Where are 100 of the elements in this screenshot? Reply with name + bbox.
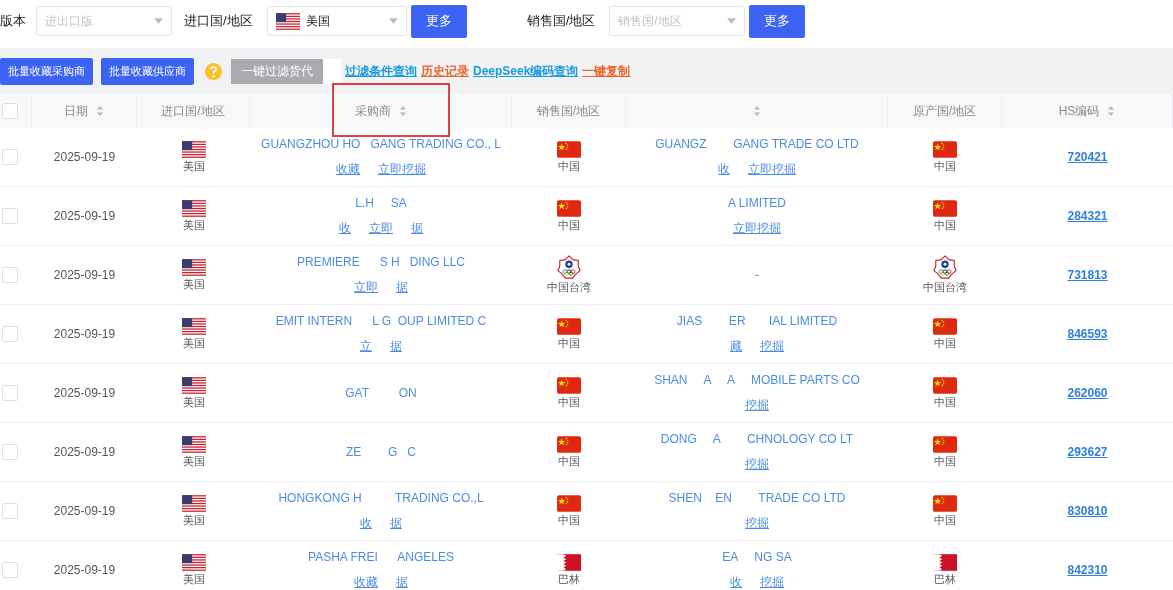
action-link[interactable]: 立即挖掘 <box>378 160 426 178</box>
flag-icon <box>557 376 581 394</box>
action-link[interactable]: 据 <box>390 514 402 532</box>
flag-icon <box>933 435 957 453</box>
hs-code-link[interactable]: 830810 <box>1067 504 1108 518</box>
bulk-favorite-button[interactable]: 批量收藏供应商 <box>101 57 194 85</box>
flag-icon <box>275 12 300 30</box>
date-text: 2025-09-19 <box>53 268 116 282</box>
row-checkbox[interactable] <box>2 444 18 460</box>
select-all-checkbox[interactable] <box>2 103 18 119</box>
company-link[interactable]: GAT ON <box>345 386 417 400</box>
company-link[interactable]: GUANGZ GANG TRADE CO LTD <box>655 136 859 151</box>
action-link[interactable]: 收 <box>730 573 742 590</box>
sort-icon[interactable] <box>1107 105 1116 117</box>
select-field[interactable]: 销售国/地区 <box>609 6 746 36</box>
row-checkbox[interactable] <box>2 208 18 224</box>
sort-icon[interactable] <box>96 105 104 117</box>
bulk-favorite-button[interactable]: 批量收藏采购商 <box>0 57 93 85</box>
country-name: 美国 <box>182 335 205 351</box>
company-link[interactable]: GUANGZHOU HO GANG TRADING CO., L <box>261 136 501 151</box>
flag-icon <box>933 140 957 158</box>
row-checkbox[interactable] <box>2 326 18 342</box>
action-link[interactable]: 藏 <box>730 337 742 355</box>
country-name: 巴林 <box>934 571 956 587</box>
company-link[interactable]: EMIT INTERN L G OUP LIMITED C <box>275 313 487 328</box>
more-button[interactable]: 更多 <box>410 4 467 38</box>
company-link[interactable]: HONGKONG H TRADING CO.,L <box>278 490 484 505</box>
action-link[interactable]: 收 <box>339 219 351 237</box>
company-link[interactable]: PREMIERE S H DING LLC <box>296 254 465 269</box>
hs-code-link[interactable]: 731813 <box>1067 268 1108 282</box>
row-checkbox[interactable] <box>2 267 18 283</box>
date-text: 2025-09-19 <box>53 209 116 223</box>
hs-code-link[interactable]: 720421 <box>1067 150 1108 164</box>
row-checkbox[interactable] <box>2 385 18 401</box>
column-header[interactable]: 进口国/地区 <box>137 94 250 128</box>
column-header[interactable]: 日期 <box>32 94 137 128</box>
company-link[interactable]: ZE G C <box>346 445 416 459</box>
company-link[interactable]: A LIMITED <box>728 195 786 210</box>
sort-icon[interactable] <box>752 105 761 117</box>
action-link[interactable]: 收 <box>718 160 730 178</box>
more-button[interactable]: 更多 <box>749 4 806 38</box>
hs-code-link[interactable]: 293627 <box>1067 445 1108 459</box>
emblem-icon <box>557 255 581 279</box>
country-name: 中国 <box>558 217 580 233</box>
action-link[interactable]: 挖掘 <box>745 455 769 473</box>
sort-icon[interactable] <box>398 105 407 117</box>
company-link[interactable]: PASHA FREI ANGELES <box>308 549 454 564</box>
action-link[interactable]: 据 <box>390 337 402 355</box>
flag-icon <box>557 140 581 158</box>
column-header[interactable]: 采购商 <box>250 94 512 128</box>
row-checkbox[interactable] <box>2 503 18 519</box>
toolbar-link[interactable]: DeepSeek编码查询 <box>473 62 579 80</box>
help-icon[interactable] <box>204 61 223 81</box>
row-checkbox[interactable] <box>2 149 18 165</box>
company-link[interactable]: SHEN EN TRADE CO LTD <box>668 490 846 505</box>
action-link[interactable]: 据 <box>411 219 423 237</box>
toolbar-link[interactable]: 一键复制 <box>582 62 631 80</box>
toolbar-link[interactable]: 过滤条件查询 <box>345 62 417 80</box>
action-link[interactable]: 立即 <box>354 278 378 296</box>
hs-code-link[interactable]: 842310 <box>1067 563 1108 577</box>
flag-icon <box>557 199 581 217</box>
flag-icon <box>933 199 957 217</box>
hs-code-link[interactable]: 284321 <box>1067 209 1108 223</box>
country-name: 美国 <box>182 217 205 233</box>
action-link[interactable]: 挖掘 <box>745 396 769 414</box>
company-link[interactable]: SHAN A A MOBILE PARTS CO <box>654 372 860 387</box>
hs-code-link[interactable]: 262060 <box>1067 386 1108 400</box>
country-name: 中国 <box>934 335 956 351</box>
company-link[interactable]: - <box>755 268 759 282</box>
column-header[interactable]: HS编码 <box>1002 94 1173 128</box>
toggle-field[interactable] <box>323 58 341 84</box>
column-header[interactable]: 原产国/地区 <box>888 94 1002 128</box>
action-link[interactable]: 挖掘 <box>760 573 784 590</box>
country-name: 中国 <box>934 158 956 174</box>
action-link[interactable]: 挖掘 <box>760 337 784 355</box>
action-link[interactable]: 立即挖掘 <box>733 219 781 237</box>
select-field[interactable]: 美国 <box>266 6 407 36</box>
action-link[interactable]: 立 <box>360 337 372 355</box>
flag-icon <box>933 376 957 394</box>
action-link[interactable]: 挖掘 <box>745 514 769 532</box>
country-name: 美国 <box>182 453 205 469</box>
hs-code-link[interactable]: 846593 <box>1067 327 1108 341</box>
company-link[interactable]: DONG A CHNOLOGY CO LT <box>660 431 854 446</box>
company-link[interactable]: L.H SA <box>355 195 407 210</box>
action-link[interactable]: 据 <box>396 278 408 296</box>
column-header[interactable]: 销售国/地区 <box>512 94 626 128</box>
row-checkbox[interactable] <box>2 562 18 578</box>
action-link[interactable]: 收藏 <box>336 160 360 178</box>
date-text: 2025-09-19 <box>53 445 116 459</box>
company-link[interactable]: EA NG SA <box>722 549 792 564</box>
action-link[interactable]: 收藏 <box>354 573 378 590</box>
action-link[interactable]: 立即挖掘 <box>748 160 796 178</box>
emblem-icon <box>933 255 957 279</box>
toolbar-link[interactable]: 历史记录 <box>421 62 469 80</box>
action-link[interactable]: 立即 <box>369 219 393 237</box>
date-text: 2025-09-19 <box>53 386 116 400</box>
country-name: 美国 <box>182 158 205 174</box>
company-link[interactable]: JIAS ER IAL LIMITED <box>676 313 838 328</box>
action-link[interactable]: 据 <box>396 573 408 590</box>
action-link[interactable]: 收 <box>360 514 372 532</box>
